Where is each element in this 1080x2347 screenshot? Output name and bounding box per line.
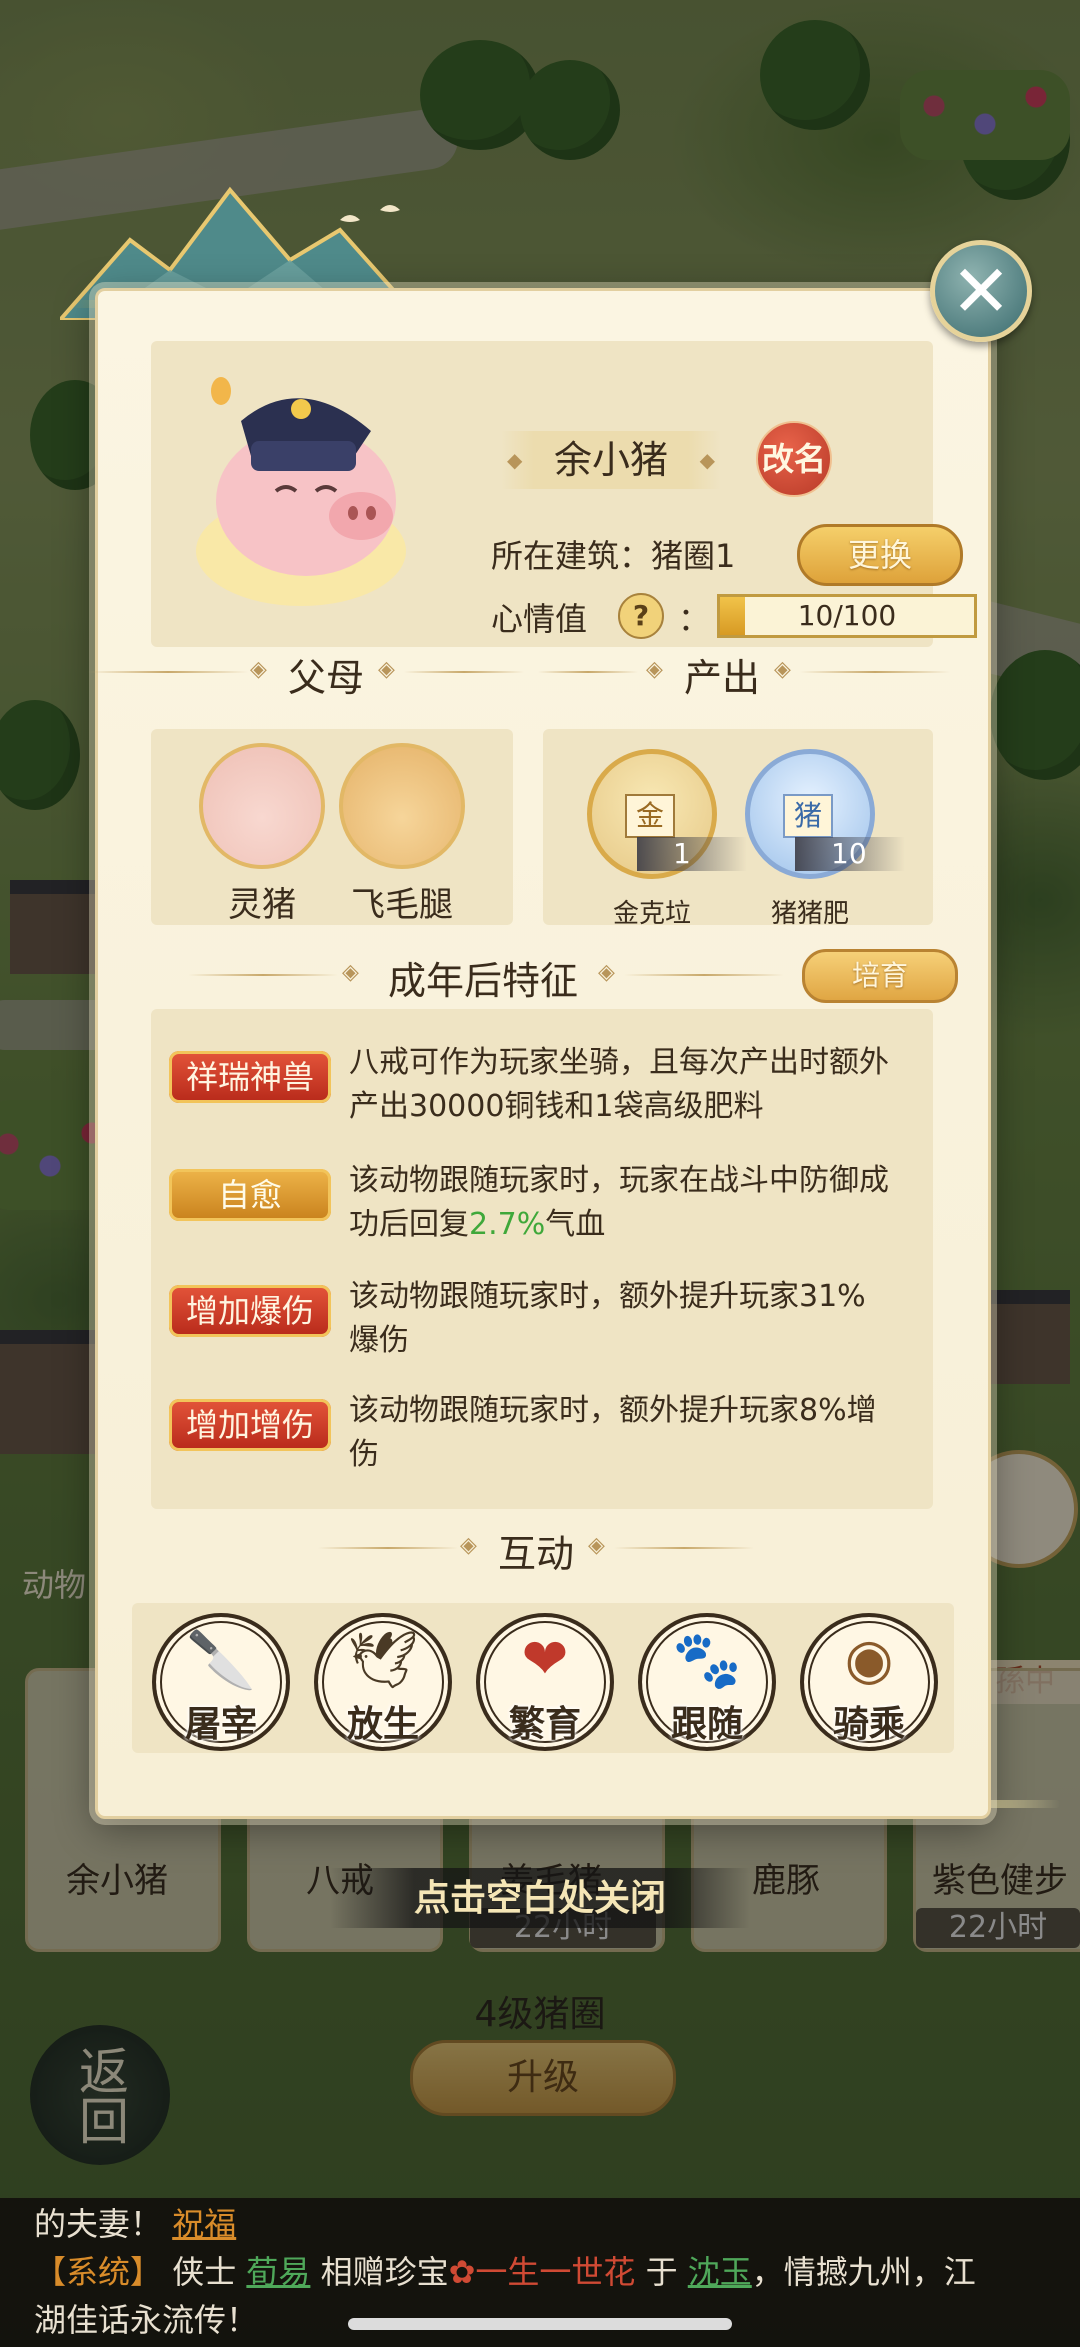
output-count: 1 — [637, 837, 747, 871]
breed-button[interactable]: ❤ 繁育 — [476, 1613, 614, 1751]
mood-progress-bar: 10/100 — [717, 594, 977, 638]
mood-colon: ： — [678, 600, 711, 638]
pig-avatar — [196, 377, 406, 606]
bird-icon: 🕊 — [347, 1628, 419, 1693]
parent-2[interactable]: 飞毛腿 — [337, 743, 467, 926]
trait-description: 该动物跟随玩家时，玩家在战斗中防御成 功后回复2.7%气血 — [349, 1163, 889, 1242]
tap-to-close-hint: 点击空白处关闭 — [330, 1868, 750, 1928]
hearts-icon: ❤ — [521, 1627, 569, 1692]
divider — [88, 671, 248, 673]
divider — [188, 974, 338, 976]
trait-description: 该动物跟随玩家时，额外提升玩家31% 爆伤 — [349, 1279, 866, 1358]
trait-row: 增加增伤 该动物跟随玩家时，额外提升玩家8%增 伤 — [169, 1389, 929, 1489]
heal-percent: 2.7% — [469, 1207, 546, 1242]
traits-title: 成年后特征 — [387, 959, 578, 1003]
spirit-pig-avatar — [199, 743, 325, 869]
trait-description: 该动物跟随玩家时，额外提升玩家8%增 伤 — [349, 1393, 877, 1472]
question-mark-icon[interactable]: ? — [618, 593, 664, 639]
ornament-icon: ◈ — [646, 657, 663, 682]
trait-row: 祥瑞神兽 八戒可作为玩家坐骑，且每次产出时额外 产出30000铜钱和1袋高级肥料 — [169, 1041, 929, 1141]
building-label: 所在建筑：猪圈1 — [491, 537, 736, 575]
player-link[interactable]: 沈玉 — [688, 2253, 752, 2291]
ornament-icon: ◈ — [598, 960, 615, 985]
slaughter-button[interactable]: 🔪 屠宰 — [152, 1613, 290, 1751]
close-button[interactable]: ✕ — [930, 240, 1032, 342]
ornament-icon: ◈ — [342, 960, 359, 985]
ride-button[interactable]: ◉ 骑乘 — [800, 1613, 938, 1751]
divider — [318, 1547, 458, 1549]
parent-name: 飞毛腿 — [351, 885, 453, 925]
output-item-1[interactable]: 金 1 金克垃 — [577, 749, 747, 930]
trait-row: 增加爆伤 该动物跟随玩家时，额外提升玩家31% 爆伤 — [169, 1275, 929, 1375]
ornament-icon: ◈ — [378, 657, 395, 682]
traits-panel: 祥瑞神兽 八戒可作为玩家坐骑，且每次产出时额外 产出30000铜钱和1袋高级肥料… — [151, 1009, 933, 1509]
bless-link[interactable]: 祝福 — [172, 2205, 236, 2243]
divider — [404, 671, 524, 673]
pet-name: 余小猪 — [501, 431, 721, 489]
trait-tag: 祥瑞神兽 — [169, 1051, 331, 1103]
output-count: 10 — [795, 837, 905, 871]
parents-title: 父母 — [287, 656, 364, 700]
output-title: 产出 — [683, 656, 760, 700]
output-panel: 金 1 金克垃 猪 10 猪猪肥 — [543, 729, 933, 929]
output-name: 金克垃 — [612, 899, 691, 929]
ornament-icon: ◈ — [588, 1533, 605, 1558]
trait-tag: 自愈 — [169, 1169, 331, 1221]
change-building-button[interactable]: 更换 — [797, 524, 963, 586]
ornament-icon: ◈ — [774, 657, 791, 682]
divider — [624, 974, 784, 976]
output-name: 猪猪肥 — [770, 899, 849, 929]
divider — [800, 671, 950, 673]
divider — [538, 671, 638, 673]
close-icon: ✕ — [950, 249, 1012, 333]
rename-button[interactable]: 改名 — [756, 421, 832, 497]
trait-tag: 增加增伤 — [169, 1399, 331, 1451]
output-item-2[interactable]: 猪 10 猪猪肥 — [735, 749, 905, 930]
trait-description: 八戒可作为玩家坐骑，且每次产出时额外 产出30000铜钱和1袋高级肥料 — [349, 1045, 889, 1124]
paw-icon: 🐾 — [672, 1628, 742, 1693]
release-button[interactable]: 🕊 放生 — [314, 1613, 452, 1751]
parent-1[interactable]: 灵猪 — [197, 743, 327, 926]
trait-row: 自愈 该动物跟随玩家时，玩家在战斗中防御成 功后回复2.7%气血 — [169, 1159, 929, 1259]
golden-pig-avatar — [339, 743, 465, 869]
bag-label: 金 — [625, 794, 675, 838]
flower-icon: ✿ — [448, 2253, 476, 2291]
pet-info-panel: 余小猪 改名 所在建筑：猪圈1 更换 心情值 ? ： 10/100 — [151, 341, 977, 647]
divider — [614, 1547, 754, 1549]
interact-panel: 🔪 屠宰 🕊 放生 ❤ 繁育 🐾 跟随 ◉ 骑乘 — [132, 1603, 954, 1753]
interact-title: 互动 — [497, 1532, 574, 1576]
trait-tag: 增加爆伤 — [169, 1285, 331, 1337]
ornament-icon: ◈ — [250, 657, 267, 682]
mood-label: 心情值 — [491, 600, 588, 638]
player-link[interactable]: 荀易 — [246, 2253, 310, 2291]
cleaver-icon: 🔪 — [186, 1628, 256, 1693]
saddle-icon: ◉ — [844, 1627, 894, 1692]
bag-label: 猪 — [783, 794, 833, 838]
ornament-icon: ◈ — [460, 1533, 477, 1558]
nurture-button[interactable]: 培育 — [802, 949, 958, 1003]
parent-name: 灵猪 — [228, 885, 296, 925]
home-indicator[interactable] — [348, 2318, 732, 2330]
parents-panel: 灵猪 飞毛腿 — [151, 729, 513, 925]
mood-value: 10/100 — [797, 599, 897, 632]
follow-button[interactable]: 🐾 跟随 — [638, 1613, 776, 1751]
pet-detail-modal: 余小猪 改名 所在建筑：猪圈1 更换 心情值 ? ： 10/100 ◈ 父母 ◈… — [88, 288, 991, 1819]
